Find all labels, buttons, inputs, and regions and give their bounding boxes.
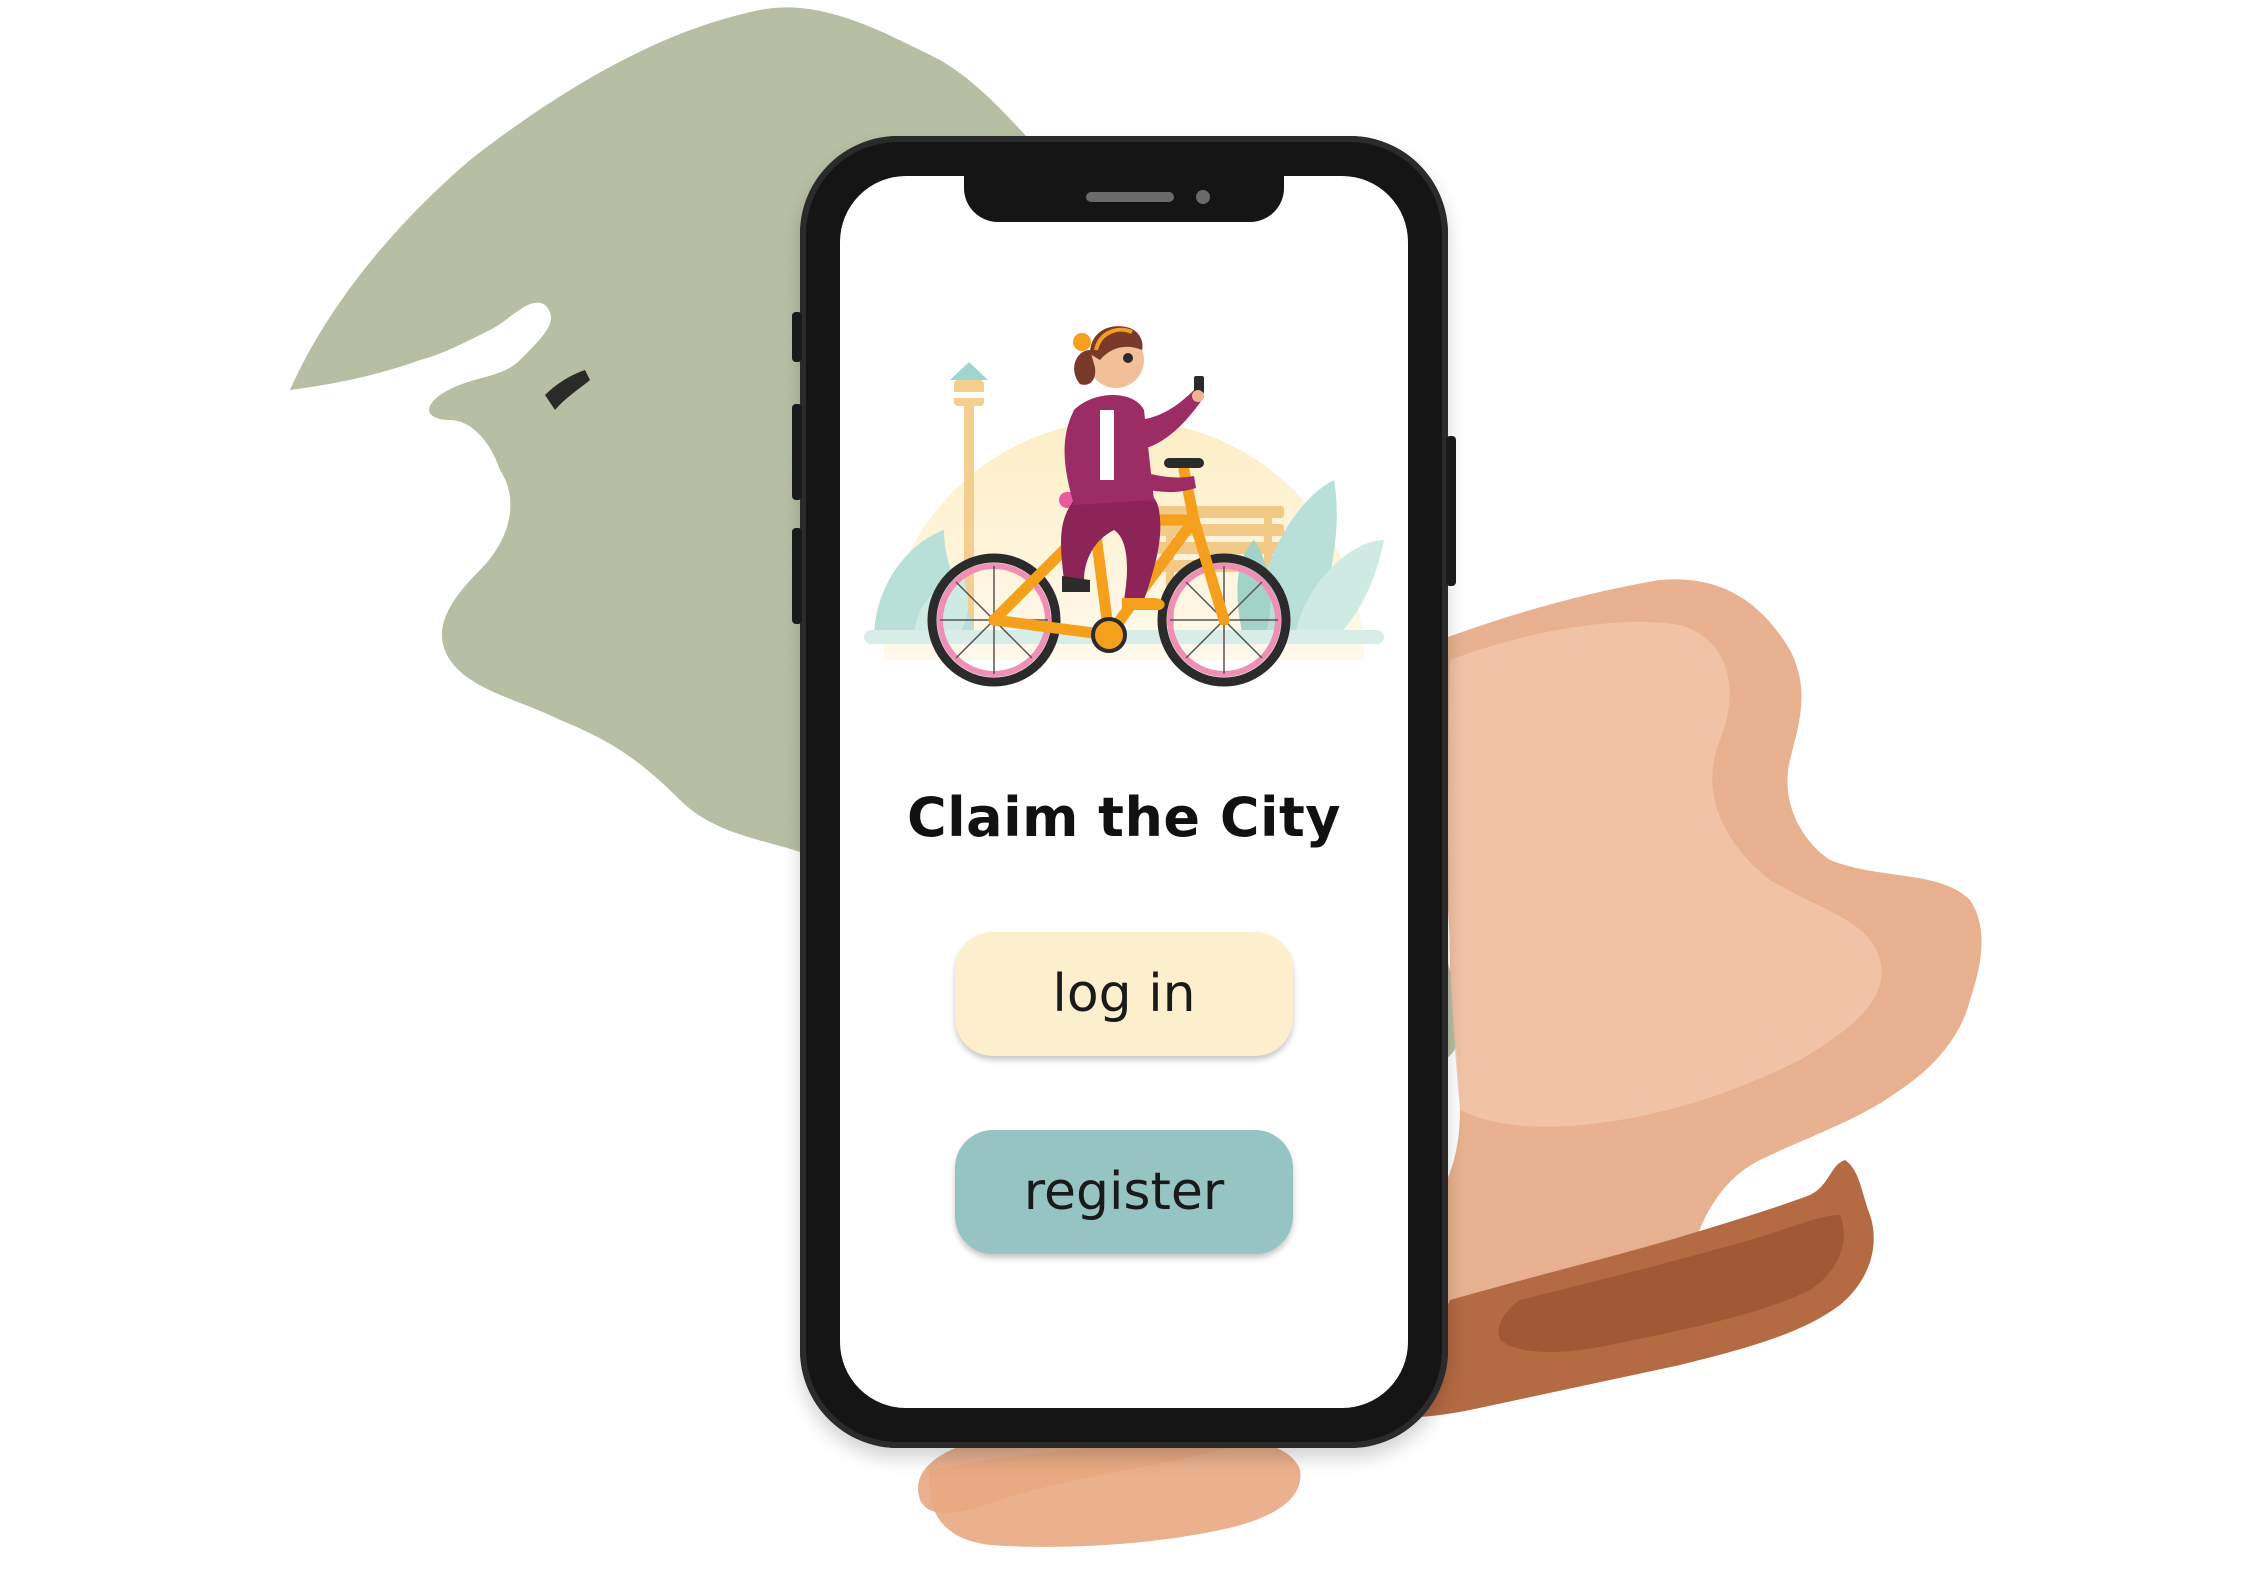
volume-up-button (792, 404, 802, 500)
cloud-icon (1194, 348, 1294, 414)
power-button (1446, 436, 1456, 586)
login-button[interactable]: log in (955, 932, 1293, 1056)
phone-screen: Claim the City log in register (840, 176, 1408, 1408)
speaker-grille (1086, 192, 1174, 202)
app-title: Claim the City (907, 786, 1341, 849)
phone-frame: Claim the City log in register (792, 136, 1456, 1448)
phone-notch (964, 176, 1284, 222)
mute-switch (792, 312, 802, 362)
volume-down-button (792, 528, 802, 624)
mockup-canvas: Claim the City log in register (0, 0, 2245, 1587)
register-button[interactable]: register (955, 1130, 1293, 1254)
front-camera (1196, 190, 1210, 204)
woman-riding-bicycle-icon (864, 326, 1384, 687)
